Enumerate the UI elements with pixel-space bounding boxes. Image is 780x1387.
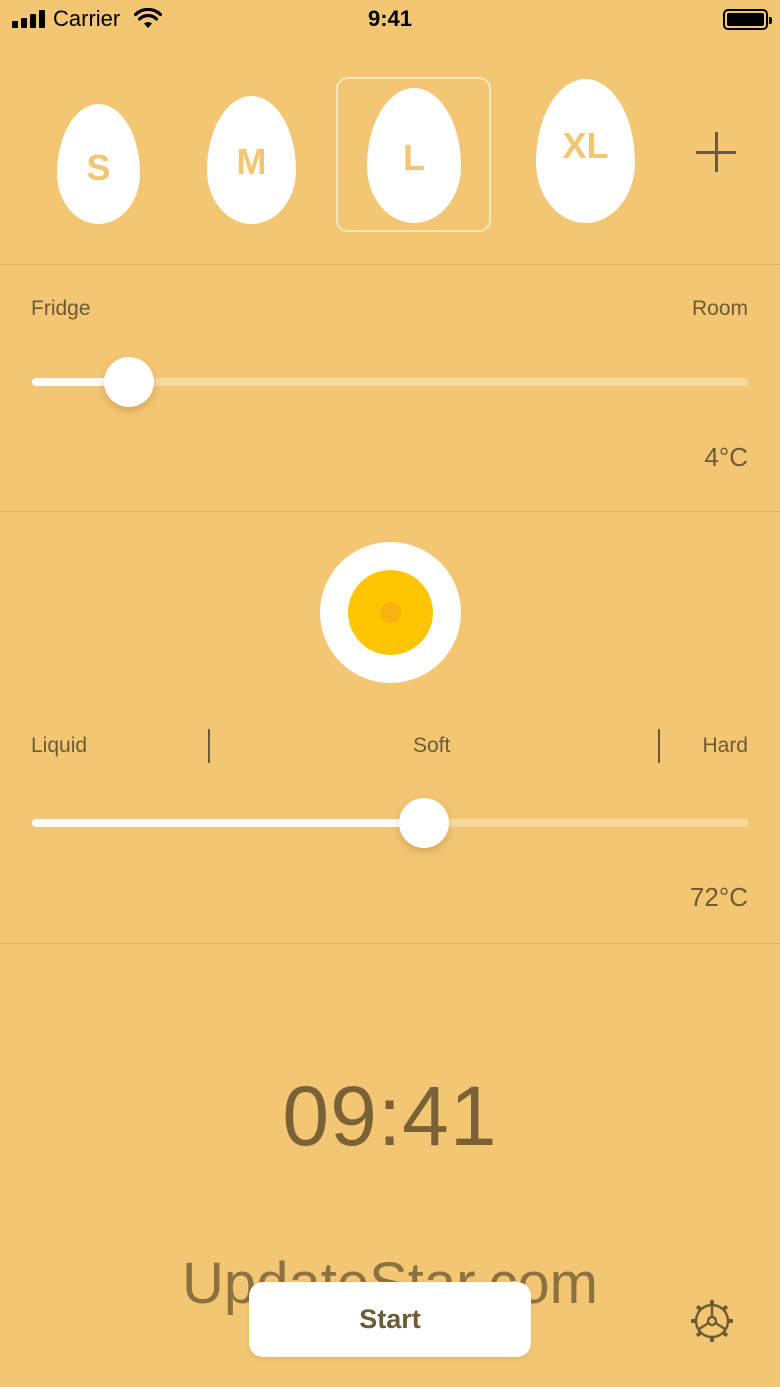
status-time: 9:41 — [367, 6, 413, 31]
slider-thumb[interactable] — [104, 357, 155, 407]
egg-cross-section-icon — [320, 542, 461, 683]
doneness-tick — [658, 729, 660, 763]
egg-size-s-button[interactable]: S — [57, 104, 140, 224]
divider — [0, 511, 780, 512]
slider-fill — [32, 819, 425, 827]
doneness-slider[interactable] — [32, 793, 748, 853]
battery-icon — [723, 9, 772, 30]
start-temperature-slider[interactable] — [32, 352, 748, 412]
egg-size-m-button[interactable]: M — [207, 96, 296, 224]
fridge-label: Fridge — [31, 297, 91, 320]
egg-size-label: S — [86, 147, 111, 188]
egg-size-label: L — [403, 136, 425, 178]
start-button[interactable]: Start — [249, 1282, 531, 1357]
doneness-temperature-value: 72°C — [689, 882, 748, 912]
liquid-label: Liquid — [31, 734, 88, 757]
soft-label: Soft — [413, 734, 451, 757]
hard-label: Hard — [702, 734, 748, 757]
timer-display: 09:41 — [282, 1069, 498, 1163]
settings-gear-icon[interactable] — [689, 1298, 735, 1344]
doneness-tick — [208, 729, 210, 763]
slider-thumb[interactable] — [399, 798, 450, 848]
divider — [0, 264, 780, 265]
room-label: Room — [691, 297, 748, 320]
start-temperature-value: 4°C — [704, 442, 748, 472]
egg-size-label: XL — [562, 125, 609, 166]
add-egg-size-button[interactable] — [696, 132, 736, 172]
status-bar: Carrier 9:41 — [0, 0, 780, 40]
egg-size-label: M — [236, 141, 267, 182]
divider — [0, 943, 780, 944]
egg-size-xl-button[interactable]: XL — [536, 79, 635, 223]
